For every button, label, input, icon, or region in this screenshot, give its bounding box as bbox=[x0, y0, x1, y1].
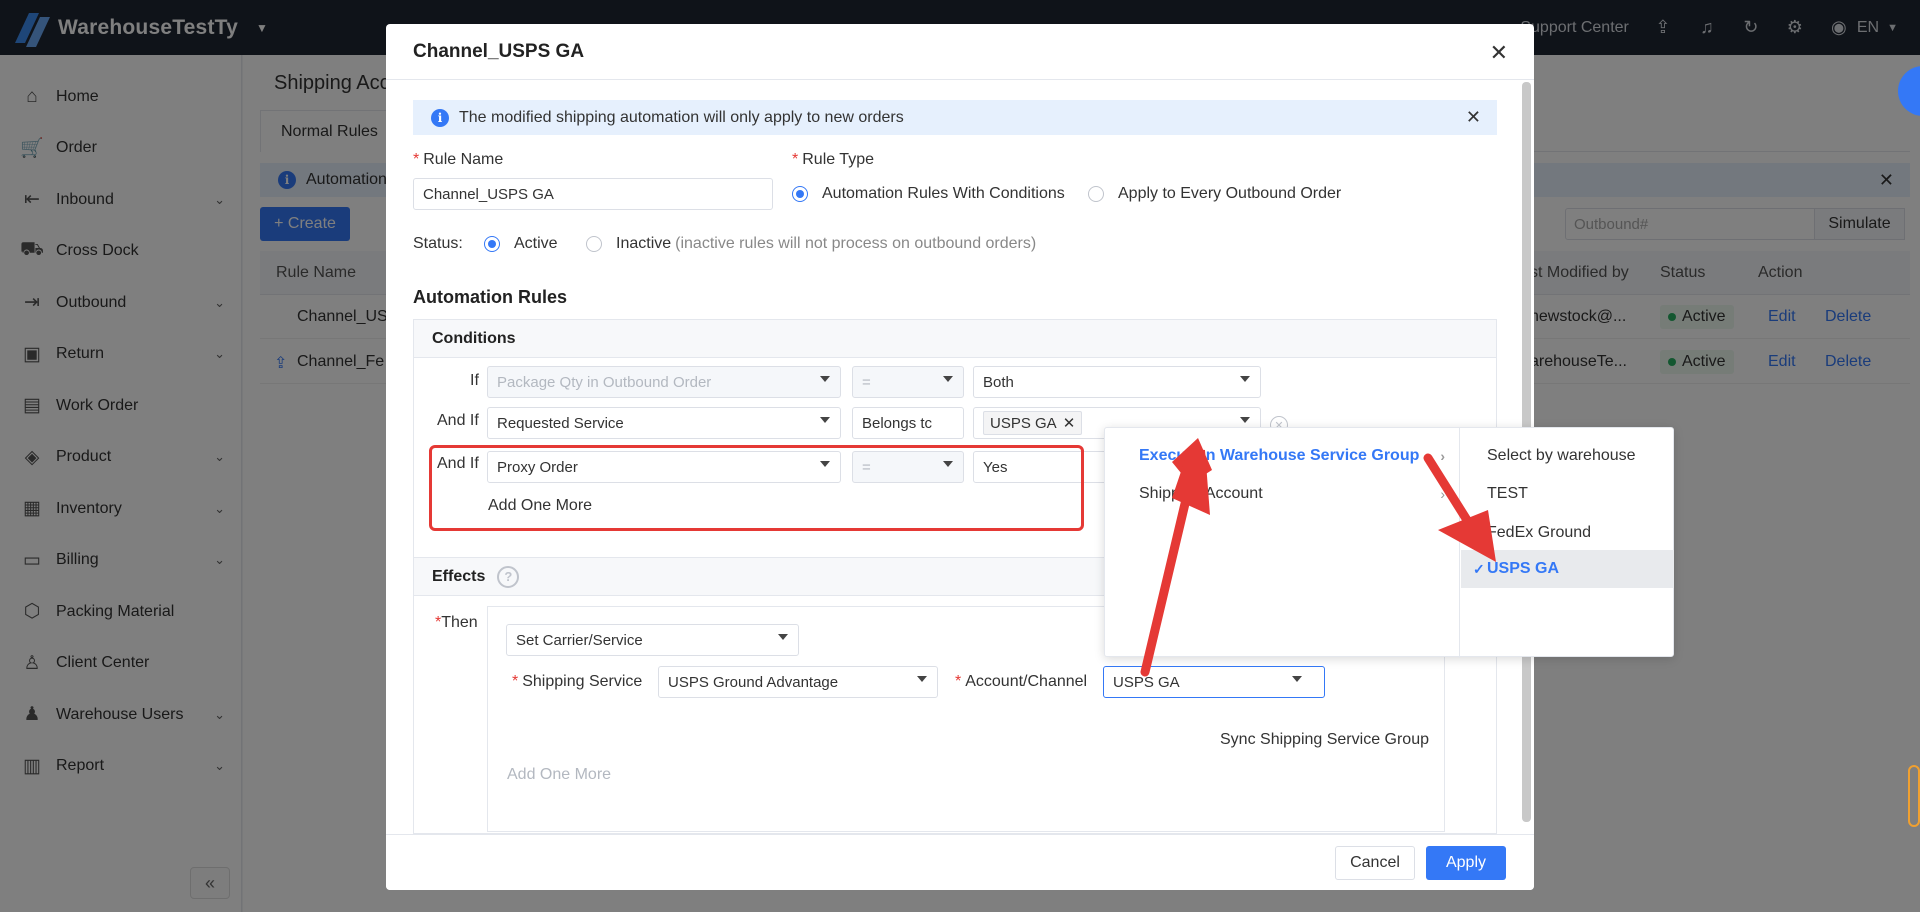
caret-down-icon bbox=[943, 376, 953, 382]
close-icon[interactable]: ✕ bbox=[1466, 107, 1481, 128]
info-icon: i bbox=[431, 108, 449, 127]
shipping-service-label: * Shipping Service bbox=[512, 673, 643, 690]
radio-unchecked-icon bbox=[1088, 186, 1104, 202]
cascader-option-execution-group[interactable]: Execution Warehouse Service Group › bbox=[1105, 437, 1459, 475]
radio-checked-icon bbox=[484, 236, 500, 252]
modal-notice-text: The modified shipping automation will on… bbox=[459, 108, 904, 126]
modal-title: Channel_USPS GA bbox=[413, 40, 585, 62]
radio-checked-icon bbox=[792, 186, 808, 202]
status-active-radio[interactable]: Active bbox=[484, 235, 558, 253]
sync-service-group-link[interactable]: Sync Shipping Service Group bbox=[1220, 731, 1429, 749]
automation-rules-heading: Automation Rules bbox=[413, 287, 568, 307]
cascader-option-select-by-warehouse[interactable]: Select by warehouse bbox=[1461, 437, 1674, 475]
condition-value-select[interactable]: Both bbox=[973, 366, 1261, 398]
condition-field-select[interactable]: Package Qty in Outbound Order bbox=[487, 366, 841, 398]
caret-down-icon bbox=[820, 376, 830, 382]
page-scrollbar[interactable] bbox=[1908, 765, 1920, 827]
tag-close-icon[interactable]: ✕ bbox=[1063, 414, 1076, 432]
apply-button[interactable]: Apply bbox=[1426, 846, 1506, 880]
caret-down-icon bbox=[1240, 417, 1250, 423]
modal-footer: Cancel Apply bbox=[386, 834, 1534, 890]
caret-down-icon bbox=[1240, 376, 1250, 382]
help-icon[interactable]: ? bbox=[497, 565, 520, 588]
cascader-column-services: Select by warehouse TEST FedEx Ground ✓ U… bbox=[1461, 428, 1674, 658]
cascader-option-shipping-account[interactable]: Shipping Account › bbox=[1105, 475, 1459, 513]
shipping-service-select[interactable]: USPS Ground Advantage bbox=[658, 666, 938, 698]
chevron-right-icon: › bbox=[1440, 486, 1445, 502]
then-label: *Then bbox=[435, 614, 478, 631]
effect-action-select[interactable]: Set Carrier/Service bbox=[506, 624, 799, 656]
cascader-column-groups: Execution Warehouse Service Group › Shipp… bbox=[1105, 428, 1460, 658]
status-label: Status: bbox=[413, 235, 463, 252]
condition-prefix: And If bbox=[437, 412, 479, 429]
caret-down-icon bbox=[917, 676, 927, 682]
rule-type-conditions-radio[interactable]: Automation Rules With Conditions bbox=[792, 185, 1065, 203]
cancel-button[interactable]: Cancel bbox=[1335, 846, 1415, 880]
caret-down-icon bbox=[1292, 676, 1302, 682]
account-channel-cascader: Execution Warehouse Service Group › Shipp… bbox=[1104, 427, 1674, 658]
add-effect-link[interactable]: Add One More bbox=[507, 766, 611, 784]
cascader-option-usps-ga[interactable]: ✓ USPS GA bbox=[1461, 550, 1674, 588]
caret-down-icon bbox=[778, 634, 788, 640]
rule-type-every-order-radio[interactable]: Apply to Every Outbound Order bbox=[1088, 185, 1341, 203]
close-icon[interactable]: ✕ bbox=[1490, 40, 1508, 66]
chevron-right-icon: › bbox=[1440, 448, 1445, 464]
value-tag: USPS GA ✕ bbox=[983, 411, 1083, 435]
account-channel-select[interactable]: USPS GA bbox=[1103, 666, 1325, 698]
rule-name-input[interactable]: Channel_USPS GA bbox=[413, 178, 773, 210]
rule-name-label: * Rule Name bbox=[413, 151, 504, 168]
condition-prefix: If bbox=[470, 372, 479, 389]
modal-header: Channel_USPS GA ✕ bbox=[386, 24, 1534, 80]
conditions-heading: Conditions bbox=[414, 320, 1496, 358]
check-icon: ✓ bbox=[1473, 560, 1485, 577]
status-inactive-radio[interactable]: Inactive (inactive rules will not process… bbox=[586, 235, 1036, 253]
cascader-option-test[interactable]: TEST bbox=[1461, 475, 1674, 513]
condition-operator-select[interactable]: = bbox=[852, 366, 964, 398]
caret-down-icon bbox=[820, 417, 830, 423]
cascader-option-fedex-ground[interactable]: FedEx Ground bbox=[1461, 514, 1674, 552]
condition-field-select[interactable]: Requested Service bbox=[487, 407, 841, 439]
modal-notice: i The modified shipping automation will … bbox=[413, 100, 1497, 135]
radio-unchecked-icon bbox=[586, 236, 602, 252]
account-channel-label: * Account/Channel bbox=[955, 673, 1088, 690]
condition-operator-select[interactable]: Belongs tc bbox=[852, 407, 964, 439]
annotation-highlight-box bbox=[429, 445, 1084, 531]
rule-type-label: * Rule Type bbox=[792, 151, 874, 168]
